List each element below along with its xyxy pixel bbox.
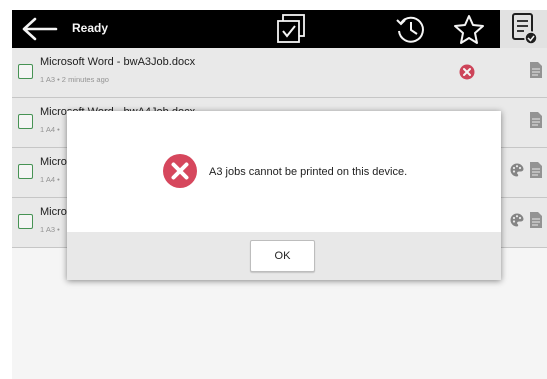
error-icon xyxy=(163,154,197,188)
dialog-message: A3 jobs cannot be printed on this device… xyxy=(209,166,408,178)
ok-button[interactable]: OK xyxy=(250,240,315,272)
print-app-screen: Ready Microsoft Word - bwA3Job.docx 1 A3… xyxy=(12,10,547,379)
error-dialog: A3 jobs cannot be printed on this device… xyxy=(67,111,501,280)
dialog-body: A3 jobs cannot be printed on this device… xyxy=(67,111,501,232)
dialog-footer: OK xyxy=(67,232,501,280)
